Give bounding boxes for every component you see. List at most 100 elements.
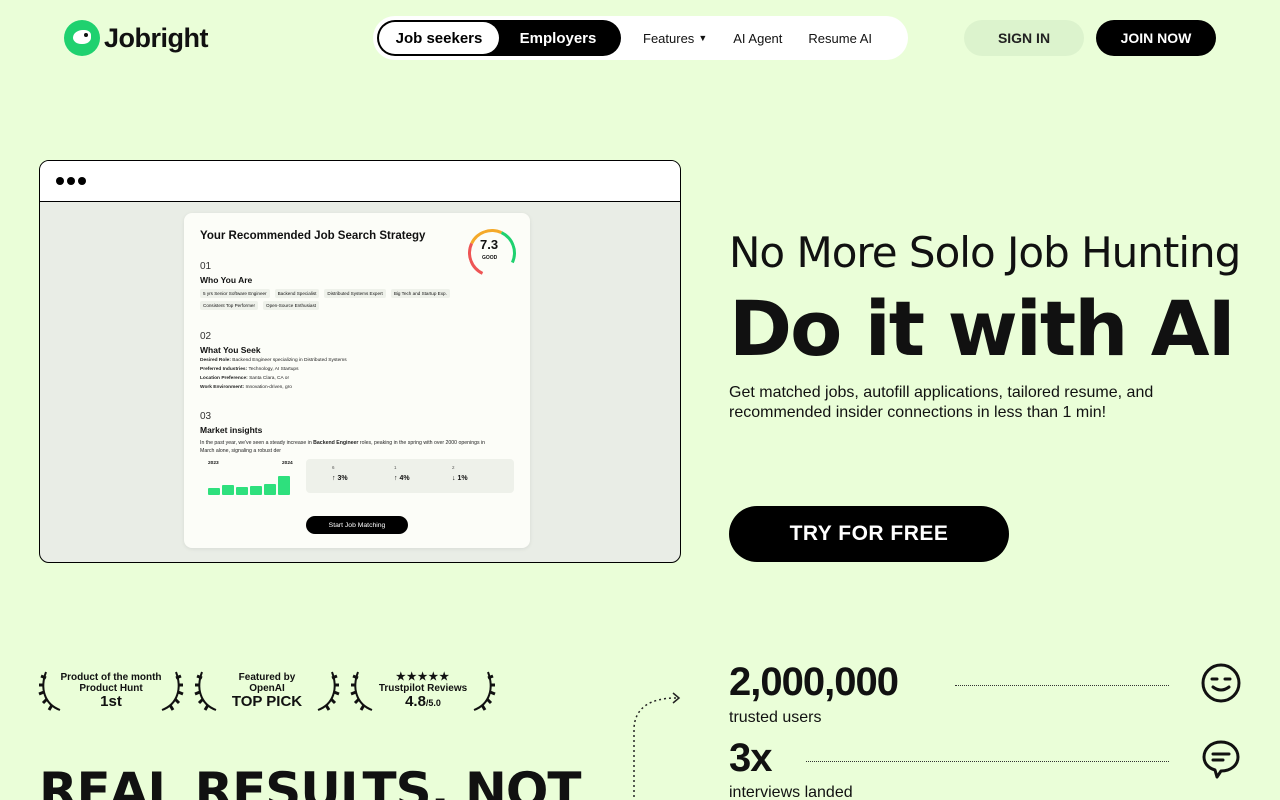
nav-resume-ai[interactable]: Resume AI: [808, 31, 872, 46]
chat-bubble-icon: [1202, 740, 1240, 779]
stat-item: ↑ 3%: [332, 475, 348, 482]
tab-job-seekers[interactable]: Job seekers: [379, 22, 499, 54]
trend-bar: [236, 487, 248, 495]
join-now-button[interactable]: JOIN NOW: [1096, 20, 1216, 56]
try-for-free-button[interactable]: TRY FOR FREE: [729, 506, 1009, 562]
window-dot-icon: [67, 177, 75, 185]
rating-scale: /5.0: [425, 698, 441, 708]
seek-value: Backend Engineer specializing in Distrib…: [232, 358, 347, 363]
strategy-card: Your Recommended Job Search Strategy 7.3…: [184, 213, 530, 548]
seek-value: Santa Clara, CA or: [249, 376, 290, 381]
award-text: Featured by OpenAI TOP PICK: [216, 672, 318, 710]
insight-text: In the past year, we've seen a steady in…: [200, 440, 314, 446]
trend-bar: [250, 486, 262, 495]
profile-tag: 5 yrs Senior Software Engineer: [200, 289, 270, 298]
section-heading-real-results: REAL RESULTS, NOT: [39, 762, 581, 800]
stat-item: ↓ 1%: [452, 475, 468, 482]
trend-bar: [264, 484, 276, 495]
sign-in-button[interactable]: SIGN IN: [964, 20, 1084, 56]
seek-row: Work Environment: Innovation-driven, gro: [200, 385, 292, 390]
profile-tags: 5 yrs Senior Software Engineer Backend S…: [200, 289, 500, 310]
seek-value: Technology, AI Startups: [248, 367, 299, 372]
profile-tag: Big Tech and Startup Exp.: [390, 289, 450, 298]
arrow-up-icon: ↑: [394, 475, 398, 482]
caret-down-icon: ▼: [698, 33, 708, 43]
score-value: 7.3: [480, 237, 499, 252]
stat-interviews-label: interviews landed: [729, 784, 853, 800]
award-big: 4.8/5.0: [372, 694, 474, 711]
award-text: Product of the month Product Hunt 1st: [60, 672, 162, 710]
section-heading: What You Seek: [200, 345, 261, 355]
nav-features-label: Features: [643, 30, 695, 46]
award-product-hunt: Product of the month Product Hunt 1st: [38, 668, 184, 714]
market-stats: 6 ↑ 3% 1 ↑ 4% 2 ↓ 1%: [306, 459, 514, 493]
brand-name: Jobright: [104, 22, 209, 53]
start-job-matching-button[interactable]: Start Job Matching: [306, 516, 408, 534]
audience-toggle: Job seekers Employers: [377, 20, 621, 56]
bird-icon: [64, 20, 100, 56]
hero-title: Do it with AI: [729, 284, 1236, 373]
laurel-right-icon: [473, 671, 496, 711]
hero-subtitle: Get matched jobs, autofill applications,…: [729, 384, 1154, 421]
brand-logo[interactable]: Jobright: [64, 20, 209, 56]
arrow-down-icon: ↓: [452, 475, 456, 482]
year-label: 2023: [208, 461, 219, 466]
window-dot-icon: [78, 177, 86, 185]
profile-tag: Distributed Systems Expert: [324, 289, 386, 298]
award-top: Product of the month: [60, 672, 162, 683]
stat-value: 3%: [337, 475, 348, 482]
trend-bar: [208, 488, 220, 495]
award-openai: Featured by OpenAI TOP PICK: [194, 668, 340, 714]
gauge-arc-icon: [461, 222, 523, 284]
rating-stars: ★★★★★: [395, 671, 451, 683]
trend-bars: [208, 473, 292, 495]
hero-headline: No More Solo Job Hunting: [729, 228, 1241, 277]
nav-ai-agent[interactable]: AI Agent: [733, 31, 782, 46]
award-big: 1st: [100, 693, 122, 710]
market-insight-text: In the past year, we've seen a steady in…: [200, 439, 500, 455]
seek-label: Desired Role:: [200, 358, 231, 363]
insight-role: Backend Engineer: [313, 440, 359, 446]
seek-row: Preferred Industries: Technology, AI Sta…: [200, 367, 298, 372]
score-label: GOOD: [482, 255, 498, 261]
dotted-arrow-icon: [633, 692, 681, 800]
dotted-divider: [806, 761, 1169, 762]
stat-users-value: 2,000,000: [729, 660, 899, 704]
stat-item: ↑ 4%: [394, 475, 410, 482]
dotted-divider: [955, 685, 1169, 686]
strategy-title: Your Recommended Job Search Strategy: [200, 230, 426, 242]
section-number: 02: [200, 331, 212, 342]
profile-tag: Open-Source Enthusiast: [263, 301, 320, 310]
stat-interviews-value: 3x: [729, 736, 772, 780]
arrow-up-icon: ↑: [332, 475, 336, 482]
award-top: Featured by: [238, 672, 296, 683]
laurel-right-icon: [317, 671, 340, 711]
window-titlebar: [40, 161, 680, 202]
window-dot-icon: [56, 177, 64, 185]
section-number: 03: [200, 411, 212, 422]
stat-index: 6: [332, 465, 335, 470]
seek-label: Location Preference:: [200, 376, 248, 381]
nav-features[interactable]: Features ▼: [643, 31, 707, 46]
award-text: ★★★★★ Trustpilot Reviews 4.8/5.0: [372, 672, 474, 711]
profile-tag: Backend Specialist: [274, 289, 320, 298]
seek-label: Work Environment:: [200, 385, 245, 390]
award-big: TOP PICK: [231, 693, 303, 710]
year-label: 2024: [282, 461, 293, 466]
smiling-face-icon: [1201, 663, 1241, 703]
trend-bar: [278, 476, 290, 495]
product-preview-window: Your Recommended Job Search Strategy 7.3…: [39, 160, 681, 563]
stat-value: 1%: [457, 475, 468, 482]
stat-value: 4%: [399, 475, 410, 482]
score-gauge: 7.3 GOOD: [461, 222, 523, 284]
rating-value: 4.8: [405, 693, 426, 710]
award-trustpilot: ★★★★★ Trustpilot Reviews 4.8/5.0: [350, 668, 496, 714]
seek-row: Desired Role: Backend Engineer specializ…: [200, 358, 347, 363]
stat-index: 2: [452, 465, 455, 470]
stat-index: 1: [394, 465, 397, 470]
seek-row: Location Preference: Santa Clara, CA or: [200, 376, 289, 381]
stat-users-label: trusted users: [729, 709, 822, 726]
top-nav: Job seekers Employers Features ▼ AI Agen…: [373, 16, 908, 60]
tab-employers[interactable]: Employers: [499, 22, 617, 54]
laurel-right-icon: [161, 671, 184, 711]
